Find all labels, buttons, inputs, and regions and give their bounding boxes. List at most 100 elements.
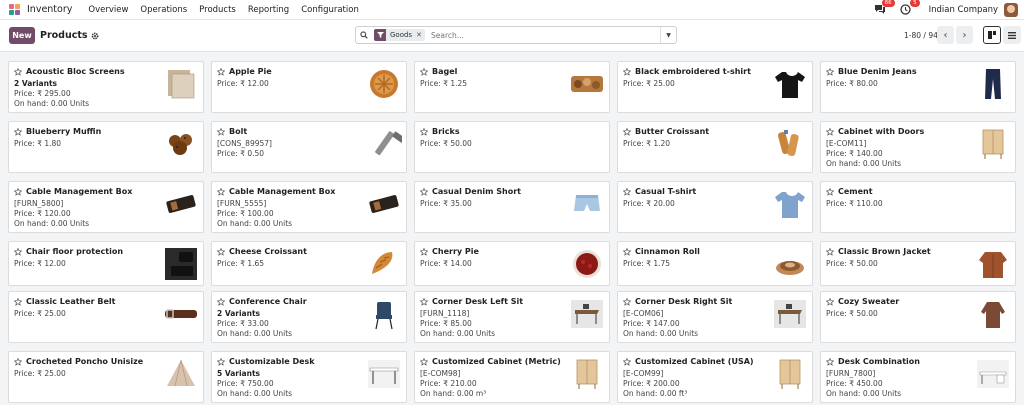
favorite-star-icon[interactable] [420, 357, 428, 366]
favorite-star-icon[interactable] [217, 357, 225, 366]
favorite-star-icon[interactable] [623, 187, 631, 196]
favorite-star-icon[interactable] [826, 297, 834, 306]
product-title: Black embroidered t-shirt [623, 67, 751, 76]
menu-operations[interactable]: Operations [140, 5, 187, 15]
product-card[interactable]: Customized Cabinet (Metric) [E-COM98] Pric… [414, 351, 610, 403]
favorite-star-icon[interactable] [826, 67, 834, 76]
product-reference: [CONS_89957] [217, 139, 272, 148]
pager-next-button[interactable]: › [956, 26, 973, 44]
activity-button[interactable]: 5 [899, 0, 920, 17]
floor-protection-icon [165, 248, 197, 280]
favorite-star-icon[interactable] [826, 247, 834, 256]
product-price: Price: ₹ 1.25 [420, 79, 468, 88]
favorite-star-icon[interactable] [14, 127, 22, 136]
favorite-star-icon[interactable] [826, 127, 834, 136]
product-card[interactable]: Cement Price: ₹ 110.00 [820, 181, 1016, 233]
app-menu-icon[interactable] [9, 3, 21, 16]
product-card[interactable]: Cozy Sweater Price: ₹ 50.00 [820, 291, 1016, 343]
gear-icon[interactable] [91, 32, 99, 40]
product-card[interactable]: Cherry Pie Price: ₹ 14.00 [414, 241, 610, 286]
favorite-star-icon[interactable] [217, 67, 225, 76]
cinnamon-roll-icon [776, 261, 804, 275]
favorite-star-icon[interactable] [420, 247, 428, 256]
favorite-star-icon[interactable] [623, 127, 631, 136]
favorite-star-icon[interactable] [826, 187, 834, 196]
product-card[interactable]: Customized Cabinet (USA) [E-COM99] Price: … [617, 351, 813, 403]
muffin-icon [169, 134, 192, 155]
product-card[interactable]: Black embroidered t-shirt Price: ₹ 25.00 [617, 61, 813, 113]
product-card[interactable]: Casual Denim Short Price: ₹ 35.00 [414, 181, 610, 233]
favorite-star-icon[interactable] [14, 67, 22, 76]
product-title: Cement [826, 187, 873, 196]
product-card[interactable]: Cable Management Box [FURN_5555] Price: ₹ … [211, 181, 407, 233]
product-card[interactable]: Crocheted Poncho Unisize Price: ₹ 25.00 [8, 351, 204, 403]
product-reference: [FURN_1118] [420, 309, 470, 318]
product-card[interactable]: Corner Desk Right Sit [E-COM06] Price: ₹ 1… [617, 291, 813, 343]
product-card[interactable]: Cheese Croissant Price: ₹ 1.65 [211, 241, 407, 286]
favorite-star-icon[interactable] [826, 357, 834, 366]
favorite-star-icon[interactable] [14, 297, 22, 306]
favorite-star-icon[interactable] [623, 247, 631, 256]
product-name: Cinnamon Roll [635, 247, 700, 256]
favorite-star-icon[interactable] [217, 247, 225, 256]
search-input[interactable] [430, 30, 660, 40]
apple-pie-icon [370, 70, 398, 98]
favorite-star-icon[interactable] [420, 187, 428, 196]
menu-products[interactable]: Products [199, 5, 236, 15]
product-card[interactable]: Corner Desk Left Sit [FURN_1118] Price: ₹ … [414, 291, 610, 343]
product-card[interactable]: Cinnamon Roll Price: ₹ 1.75 [617, 241, 813, 286]
favorite-star-icon[interactable] [623, 357, 631, 366]
favorite-star-icon[interactable] [14, 357, 22, 366]
product-card[interactable]: Conference Chair 2 Variants Price: ₹ 33.00… [211, 291, 407, 343]
product-card[interactable]: Bolt [CONS_89957] Price: ₹ 0.50 [211, 121, 407, 173]
favorite-star-icon[interactable] [420, 127, 428, 136]
product-card[interactable]: Bricks Price: ₹ 50.00 [414, 121, 610, 173]
product-card[interactable]: Butter Croissant Price: ₹ 1.20 [617, 121, 813, 173]
favorite-star-icon[interactable] [420, 297, 428, 306]
product-on-hand: On hand: 0.00 Units [217, 329, 293, 338]
favorite-star-icon[interactable] [420, 67, 428, 76]
kanban-view-button[interactable] [983, 26, 1001, 44]
product-card[interactable]: Customizable Desk 5 Variants Price: ₹ 750.… [211, 351, 407, 403]
new-button[interactable]: New [9, 27, 35, 44]
favorite-star-icon[interactable] [217, 297, 225, 306]
product-price: Price: ₹ 210.00 [420, 379, 477, 388]
pager-value[interactable]: 1-80 / 94 [904, 31, 938, 40]
favorite-star-icon[interactable] [14, 247, 22, 256]
company-switcher[interactable]: Indian Company [929, 5, 998, 15]
product-card[interactable]: Chair floor protection Price: ₹ 12.00 [8, 241, 204, 286]
product-price: Price: ₹ 1.20 [623, 139, 671, 148]
product-card[interactable]: Desk Combination [FURN_7800] Price: ₹ 450.… [820, 351, 1016, 403]
favorite-star-icon[interactable] [623, 297, 631, 306]
product-name: Desk Combination [838, 357, 920, 366]
product-title: Chair floor protection [14, 247, 123, 256]
menu-overview[interactable]: Overview [88, 5, 128, 15]
favorite-star-icon[interactable] [623, 67, 631, 76]
product-card[interactable]: Cable Management Box [FURN_5800] Price: ₹ … [8, 181, 204, 233]
activity-badge: 5 [910, 0, 920, 7]
product-card[interactable]: Classic Leather Belt Price: ₹ 25.00 [8, 291, 204, 343]
messages-button[interactable]: 86 [874, 0, 895, 17]
product-card[interactable]: Apple Pie Price: ₹ 12.00 [211, 61, 407, 113]
product-card[interactable]: Bagel Price: ₹ 1.25 [414, 61, 610, 113]
product-card[interactable]: Casual T-shirt Price: ₹ 20.00 [617, 181, 813, 233]
remove-facet-icon[interactable]: ✕ [416, 31, 425, 39]
menu-reporting[interactable]: Reporting [248, 5, 289, 15]
product-card[interactable]: Cabinet with Doors [E-COM11] Price: ₹ 140.… [820, 121, 1016, 173]
pager-previous-button[interactable]: ‹ [937, 26, 954, 44]
control-panel: New Products Goods ✕ ▼ 1-80 / 94 ‹ › [0, 20, 1024, 52]
product-price: Price: ₹ 33.00 [217, 319, 269, 328]
search-options-toggle[interactable]: ▼ [660, 27, 676, 43]
favorite-star-icon[interactable] [217, 127, 225, 136]
favorite-star-icon[interactable] [14, 187, 22, 196]
menu-configuration[interactable]: Configuration [301, 5, 359, 15]
list-icon [1008, 31, 1016, 39]
favorite-star-icon[interactable] [217, 187, 225, 196]
product-card[interactable]: Acoustic Bloc Screens 2 Variants Price: ₹ … [8, 61, 204, 113]
product-card[interactable]: Blue Denim Jeans Price: ₹ 80.00 [820, 61, 1016, 113]
product-card[interactable]: Classic Brown Jacket Price: ₹ 50.00 [820, 241, 1016, 286]
product-card[interactable]: Blueberry Muffin Price: ₹ 1.80 [8, 121, 204, 173]
user-avatar[interactable] [1004, 3, 1018, 17]
app-title[interactable]: Inventory [27, 4, 72, 15]
list-view-button[interactable] [1003, 26, 1021, 44]
